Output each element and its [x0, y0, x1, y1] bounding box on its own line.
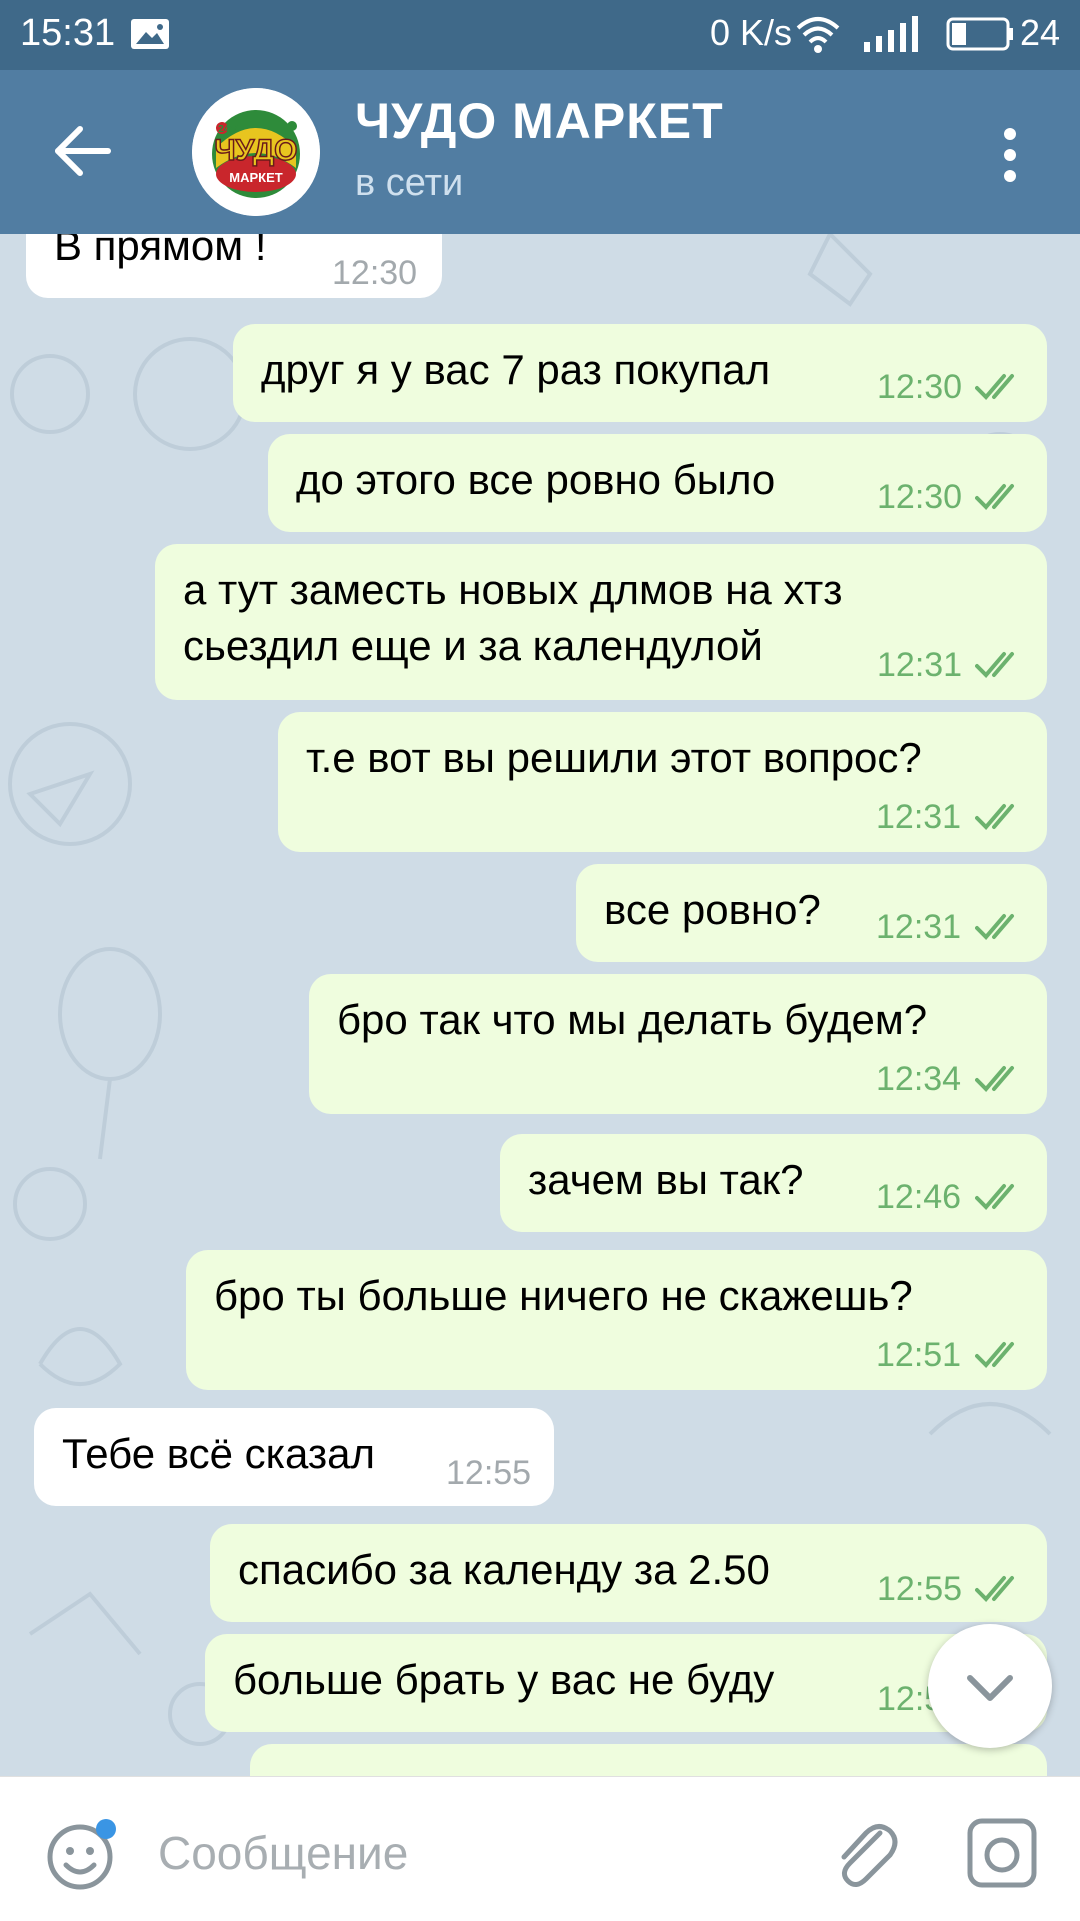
image-notification-icon [131, 19, 169, 49]
double-check-icon [975, 914, 1014, 940]
status-time: 15:31 [20, 12, 116, 54]
online-status: в сети [355, 162, 464, 204]
message-text: спасибо за календу за 2.50 [238, 1546, 770, 1593]
message-text: до этого все ровно было [296, 456, 776, 503]
network-speed: 0 K/s [710, 12, 793, 53]
double-check-icon [975, 374, 1014, 400]
message-time: 12:30 [332, 254, 418, 292]
avatar-logo-text: ЧУДО [215, 134, 298, 167]
double-check-icon [975, 484, 1014, 510]
message-time: 12:30 [877, 368, 963, 406]
double-check-icon [975, 652, 1014, 678]
message-time: 12:46 [876, 1178, 962, 1216]
back-arrow-icon[interactable] [48, 116, 118, 186]
avatar[interactable]: ЧУДО МАРКЕТ 24/7 [192, 88, 320, 216]
message-incoming[interactable]: Тебе всё сказал 12:55 [34, 1408, 554, 1506]
message-outgoing[interactable]: т.е вот вы решили этот вопрос? 12:31 [278, 712, 1047, 852]
double-check-icon [975, 1184, 1014, 1210]
message-outgoing[interactable] [250, 1744, 1047, 1776]
message-text: зачем вы так? [528, 1156, 804, 1203]
message-time: 12:30 [877, 478, 963, 516]
message-text: друг я у вас 7 раз покупал [261, 346, 771, 393]
message-text: бро так что мы делать будем? [337, 996, 928, 1043]
message-outgoing[interactable]: до этого все ровно было 12:30 [268, 434, 1047, 532]
double-check-icon [975, 1342, 1014, 1368]
avatar-logo-badge: 24/7 [218, 124, 238, 135]
signal-icon [864, 16, 918, 52]
message-outgoing[interactable]: спасибо за календу за 2.50 12:55 [210, 1524, 1047, 1622]
more-vert-icon[interactable] [990, 120, 1030, 190]
double-check-icon [975, 1576, 1014, 1602]
message-outgoing[interactable]: бро ты больше ничего не скажешь? 12:51 [186, 1250, 1047, 1390]
message-text: бро ты больше ничего не скажешь? [214, 1272, 913, 1319]
battery-level: 24 [1020, 12, 1061, 53]
message-time: 12:31 [876, 798, 962, 836]
wifi-icon [796, 17, 840, 53]
message-outgoing[interactable]: а тут заместь новых длмов на хтз сьездил… [155, 544, 1047, 700]
message-text: больше брать у вас не буду [233, 1656, 775, 1703]
message-outgoing[interactable]: зачем вы так? 12:46 [500, 1134, 1047, 1232]
chat-title[interactable]: ЧУДО МАРКЕТ [355, 92, 724, 150]
message-text: а тут заместь новых длмов на хтз сьездил… [183, 566, 843, 669]
message-incoming[interactable]: В прямом ! 12:30 [26, 234, 442, 298]
camera-icon[interactable] [966, 1817, 1038, 1889]
chevron-down-icon [967, 1675, 1013, 1701]
message-text: все ровно? [604, 886, 821, 933]
battery-icon [946, 17, 1013, 51]
unread-dot [96, 1819, 116, 1839]
attach-icon[interactable] [828, 1813, 898, 1893]
message-outgoing[interactable]: все ровно? 12:31 [576, 864, 1047, 962]
message-outgoing[interactable]: бро так что мы делать будем? 12:34 [309, 974, 1047, 1114]
message-outgoing[interactable]: друг я у вас 7 раз покупал 12:30 [233, 324, 1047, 422]
message-outgoing[interactable]: больше брать у вас не буду 12:5 [205, 1634, 1047, 1732]
message-list[interactable]: В прямом ! 12:30 друг я у вас 7 раз поку… [0, 234, 1080, 1776]
status-bar: 15:31 0 K/s 24 [0, 0, 1080, 70]
message-input-bar [0, 1776, 1080, 1921]
double-check-icon [975, 1066, 1014, 1092]
message-text: В прямом ! [54, 234, 267, 269]
message-time: 12:51 [876, 1336, 962, 1374]
avatar-logo-sub: МАРКЕТ [229, 170, 282, 185]
double-check-icon [975, 804, 1014, 830]
message-time: 12:34 [876, 1060, 962, 1098]
message-time: 12:31 [877, 646, 963, 684]
message-time: 12:55 [446, 1454, 532, 1492]
emoji-icon[interactable] [44, 1817, 120, 1893]
message-input[interactable] [156, 1817, 800, 1889]
message-time: 12:55 [877, 1570, 963, 1608]
message-time: 12:31 [876, 908, 962, 946]
store-logo: ЧУДО МАРКЕТ 24/7 [192, 88, 320, 216]
message-text: Тебе всё сказал [62, 1430, 375, 1477]
scroll-to-bottom-button[interactable] [928, 1624, 1052, 1748]
chat-header: ЧУДО МАРКЕТ 24/7 ЧУДО МАРКЕТ в сети [0, 70, 1080, 234]
message-text: т.е вот вы решили этот вопрос? [306, 734, 922, 781]
